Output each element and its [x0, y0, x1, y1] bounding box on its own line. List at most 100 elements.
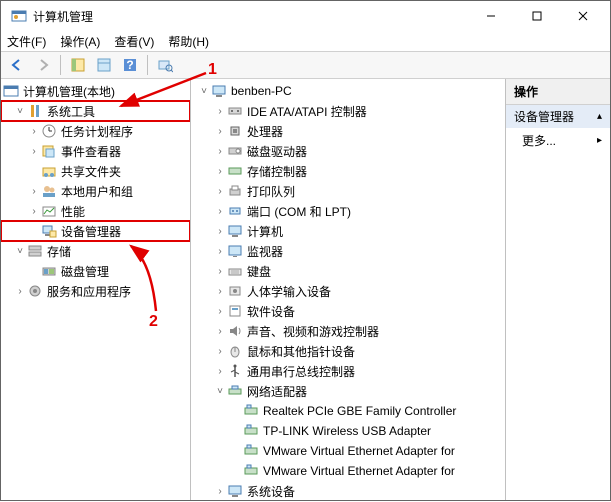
minimize-button[interactable]	[468, 1, 514, 31]
disk-icon	[41, 263, 57, 279]
tree-label: benben-PC	[231, 84, 292, 98]
users-icon	[41, 183, 57, 199]
printer-icon	[227, 183, 243, 199]
tree-label: Realtek PCIe GBE Family Controller	[263, 404, 456, 418]
scan-hardware-button[interactable]	[153, 54, 177, 76]
device-net-adapter[interactable]: TP-LINK Wireless USB Adapter	[191, 421, 505, 441]
chevron-right-icon[interactable]: ›	[213, 226, 227, 237]
chevron-right-icon[interactable]: ›	[213, 206, 227, 217]
device-monitor[interactable]: ›监视器	[191, 241, 505, 261]
chevron-right-icon[interactable]: ›	[213, 306, 227, 317]
collapse-icon[interactable]: ▴	[597, 111, 602, 122]
device-network[interactable]: ˅网络适配器	[191, 381, 505, 401]
tree-label: 共享文件夹	[61, 163, 121, 180]
tree-task-scheduler[interactable]: › 任务计划程序	[1, 121, 190, 141]
services-icon	[27, 283, 43, 299]
close-button[interactable]	[560, 1, 606, 31]
tree-label: 人体学输入设备	[247, 283, 331, 300]
monitor-icon	[227, 243, 243, 259]
tree-performance[interactable]: › 性能	[1, 201, 190, 221]
device-net-adapter[interactable]: VMware Virtual Ethernet Adapter for	[191, 441, 505, 461]
device-software[interactable]: ›软件设备	[191, 301, 505, 321]
help-button[interactable]: ?	[118, 54, 142, 76]
device-disk-drives[interactable]: ›磁盘驱动器	[191, 141, 505, 161]
tree-event-viewer[interactable]: › 事件查看器	[1, 141, 190, 161]
chevron-right-icon[interactable]: ›	[27, 186, 41, 197]
maximize-button[interactable]	[514, 1, 560, 31]
chevron-right-icon[interactable]: ›	[213, 326, 227, 337]
device-print-queue[interactable]: ›打印队列	[191, 181, 505, 201]
tree-label: TP-LINK Wireless USB Adapter	[263, 424, 431, 438]
chevron-down-icon[interactable]: ˅	[13, 106, 27, 117]
tree-root[interactable]: 计算机管理(本地)	[1, 81, 190, 101]
tree-label: 存储控制器	[247, 163, 307, 180]
tree-label: 性能	[61, 203, 85, 220]
clock-icon	[41, 123, 57, 139]
chevron-right-icon[interactable]: ›	[213, 486, 227, 497]
device-net-adapter[interactable]: Realtek PCIe GBE Family Controller	[191, 401, 505, 421]
system-device-icon	[227, 483, 243, 499]
device-storage-ctrl[interactable]: › 存储控制器	[191, 161, 505, 181]
device-hid[interactable]: › 人体学输入设备	[191, 281, 505, 301]
tree-local-users[interactable]: › 本地用户和组	[1, 181, 190, 201]
menu-view[interactable]: 查看(V)	[114, 33, 154, 50]
chevron-right-icon[interactable]: ›	[213, 166, 227, 177]
tree-system-tools[interactable]: ˅ 系统工具	[1, 101, 190, 121]
menu-file[interactable]: 文件(F)	[7, 33, 46, 50]
device-root[interactable]: ˅ benben-PC	[191, 81, 505, 101]
menu-action[interactable]: 操作(A)	[60, 33, 100, 50]
tree-device-manager[interactable]: 设备管理器	[1, 221, 190, 241]
device-sound[interactable]: ›声音、视频和游戏控制器	[191, 321, 505, 341]
tree-label: 处理器	[247, 123, 283, 140]
chevron-right-icon[interactable]: ›	[213, 146, 227, 157]
chevron-right-icon[interactable]: ›	[213, 106, 227, 117]
storage-icon	[27, 243, 43, 259]
computer-icon	[211, 83, 227, 99]
tree-label: 鼠标和其他指针设备	[247, 343, 355, 360]
device-computer[interactable]: › 计算机	[191, 221, 505, 241]
show-hide-tree-button[interactable]	[66, 54, 90, 76]
tree-label: 任务计划程序	[61, 123, 133, 140]
device-usb[interactable]: ›通用串行总线控制器	[191, 361, 505, 381]
device-cpu[interactable]: › 处理器	[191, 121, 505, 141]
tree-storage[interactable]: ˅ 存储	[1, 241, 190, 261]
chevron-right-icon[interactable]: ›	[213, 286, 227, 297]
device-ide[interactable]: ›IDE ATA/ATAPI 控制器	[191, 101, 505, 121]
chevron-right-icon[interactable]: ›	[213, 126, 227, 137]
menu-help[interactable]: 帮助(H)	[168, 33, 209, 50]
chevron-down-icon[interactable]: ˅	[197, 86, 211, 97]
back-button[interactable]	[5, 54, 29, 76]
tree-services-apps[interactable]: › 服务和应用程序	[1, 281, 190, 301]
network-icon	[227, 383, 243, 399]
device-keyboard[interactable]: ›键盘	[191, 261, 505, 281]
device-ports[interactable]: ›端口 (COM 和 LPT)	[191, 201, 505, 221]
actions-more-label: 更多...	[522, 132, 556, 149]
tree-disk-management[interactable]: 磁盘管理	[1, 261, 190, 281]
chevron-right-icon[interactable]: ›	[13, 286, 27, 297]
app-icon	[11, 8, 27, 24]
chevron-right-icon[interactable]: ›	[27, 206, 41, 217]
tree-shared-folders[interactable]: 共享文件夹	[1, 161, 190, 181]
device-system[interactable]: ›系统设备	[191, 481, 505, 500]
chevron-right-icon[interactable]: ›	[27, 126, 41, 137]
mmc-icon	[3, 83, 19, 99]
chevron-down-icon[interactable]: ˅	[13, 246, 27, 257]
sound-icon	[227, 323, 243, 339]
chevron-right-icon[interactable]: ›	[213, 266, 227, 277]
device-net-adapter[interactable]: VMware Virtual Ethernet Adapter for	[191, 461, 505, 481]
device-mouse[interactable]: › 鼠标和其他指针设备	[191, 341, 505, 361]
properties-button[interactable]	[92, 54, 116, 76]
window-title: 计算机管理	[33, 8, 468, 25]
chevron-right-icon[interactable]: ›	[213, 186, 227, 197]
chevron-right-icon[interactable]: ›	[213, 246, 227, 257]
actions-more[interactable]: 更多... ▸	[506, 128, 610, 153]
chevron-down-icon[interactable]: ˅	[213, 386, 227, 397]
chevron-right-icon[interactable]: ›	[213, 346, 227, 357]
nic-icon	[243, 403, 259, 419]
chevron-right-icon[interactable]: ›	[213, 366, 227, 377]
chevron-right-icon[interactable]: ›	[27, 146, 41, 157]
forward-button[interactable]	[31, 54, 55, 76]
tools-icon	[27, 103, 43, 119]
actions-section[interactable]: 设备管理器 ▴	[506, 105, 610, 128]
tree-label: 计算机	[247, 223, 283, 240]
